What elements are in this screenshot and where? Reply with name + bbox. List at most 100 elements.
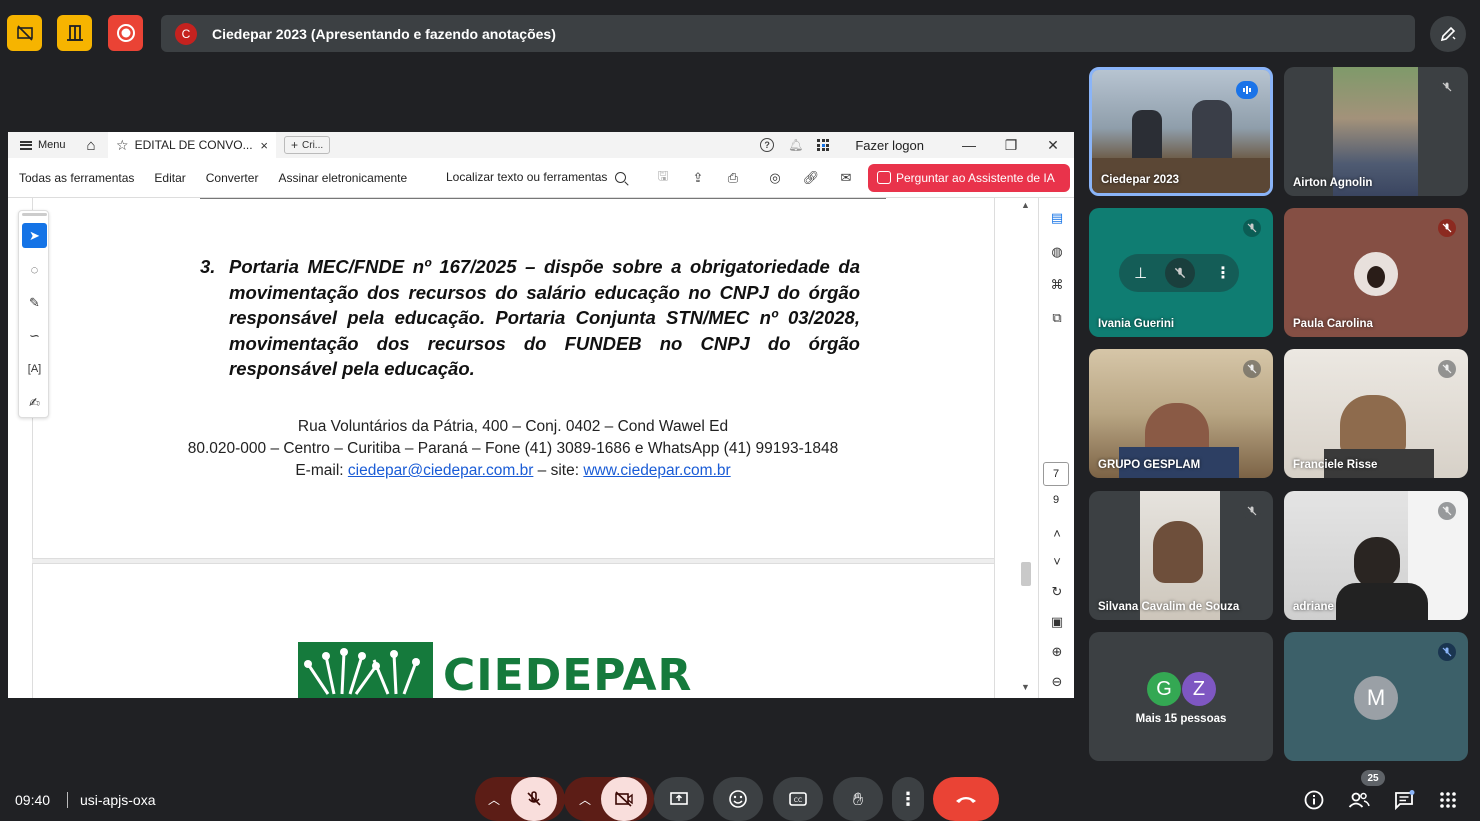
document-list-item: 3. Portaria MEC/FNDE nº 167/2025 – dispõ… bbox=[200, 254, 860, 382]
page-view-icon[interactable]: ▣ bbox=[1045, 611, 1069, 633]
help-icon[interactable]: ? bbox=[760, 138, 775, 152]
window-close-icon[interactable]: ✕ bbox=[1032, 137, 1074, 154]
email-link[interactable]: ciedepar@ciedepar.com.br bbox=[348, 462, 533, 479]
link-icon[interactable]: 🔗︎ bbox=[802, 169, 820, 187]
participant-tile[interactable]: Ciedepar 2023 bbox=[1089, 67, 1273, 196]
draw-icon[interactable]: ∽ bbox=[22, 323, 47, 348]
chat-icon[interactable] bbox=[1392, 788, 1416, 812]
edit-link[interactable]: Editar bbox=[154, 171, 185, 185]
chevron-up-icon[interactable]: ︿ bbox=[475, 791, 513, 808]
camera-toggle-button[interactable] bbox=[601, 777, 647, 821]
participant-tile[interactable]: ⊥ ⋮ Ivania Guerini bbox=[1089, 208, 1273, 337]
copy-pages-icon[interactable]: ⧉ bbox=[1045, 307, 1069, 329]
search-tools-label: Localizar texto ou ferramentas bbox=[446, 170, 608, 184]
participant-tile[interactable]: Paula Carolina bbox=[1284, 208, 1468, 337]
participant-name: Franciele Risse bbox=[1293, 459, 1378, 471]
text-select-icon[interactable]: [A] bbox=[22, 356, 47, 381]
more-options-button[interactable]: ⋮ bbox=[892, 777, 924, 821]
menu-button[interactable]: Menu bbox=[8, 139, 78, 151]
presentation-title: Ciedepar 2023 (Apresentando e fazendo an… bbox=[212, 25, 556, 42]
minimize-icon[interactable]: — bbox=[948, 137, 990, 153]
current-page-field[interactable]: 7 bbox=[1043, 462, 1069, 486]
ai-summary-icon[interactable]: ▤ bbox=[1045, 207, 1069, 229]
bell-icon[interactable]: 🔔︎ bbox=[788, 138, 803, 152]
scroll-up-icon[interactable]: ▲ bbox=[1021, 200, 1030, 210]
participant-tile[interactable]: adriane bbox=[1284, 491, 1468, 620]
zoom-in-icon[interactable]: ⊕ bbox=[1045, 641, 1069, 663]
zoom-out-icon[interactable]: ⊖ bbox=[1045, 671, 1069, 693]
participant-tile[interactable]: Silvana Cavalim de Souza bbox=[1089, 491, 1273, 620]
info-icon[interactable] bbox=[1302, 788, 1326, 812]
participant-tile[interactable]: M bbox=[1284, 632, 1468, 761]
people-icon[interactable] bbox=[1347, 788, 1371, 812]
svg-text:CC: CC bbox=[794, 797, 802, 804]
scroll-down-icon[interactable]: ▼ bbox=[1021, 682, 1030, 692]
activities-grid-icon[interactable] bbox=[1436, 788, 1460, 812]
comments-panel-icon[interactable]: ◍ bbox=[1045, 241, 1069, 263]
presentation-bar[interactable]: C Ciedepar 2023 (Apresentando e fazendo … bbox=[161, 15, 1415, 52]
restore-icon[interactable]: ❐ bbox=[990, 137, 1032, 154]
login-link[interactable]: Fazer logon bbox=[855, 138, 924, 153]
site-link[interactable]: www.ciedepar.com.br bbox=[583, 462, 730, 479]
shared-screen: Menu ⌂ ☆ EDITAL DE CONVO... × + Cri... ?… bbox=[8, 132, 1074, 698]
present-screen-button[interactable] bbox=[654, 777, 704, 821]
mic-off-icon bbox=[527, 791, 541, 806]
mute-participant-icon[interactable] bbox=[1165, 258, 1195, 288]
mic-toggle-button[interactable] bbox=[511, 777, 557, 821]
ciedepar-emblem-icon bbox=[298, 642, 433, 698]
present-icon bbox=[670, 792, 688, 805]
sign-icon[interactable]: ✍ bbox=[22, 390, 47, 415]
ai-search-icon[interactable]: ◎ bbox=[766, 169, 784, 187]
document-view[interactable]: ➤ ◌ ✎ ∽ [A] ✍ 3. Portaria MEC/FNDE nº 16… bbox=[8, 198, 1018, 698]
recording-button[interactable] bbox=[108, 15, 143, 51]
annotate-button[interactable] bbox=[1430, 16, 1466, 52]
save-icon[interactable]: 🖫 bbox=[654, 168, 672, 187]
cursor-icon[interactable]: ➤ bbox=[22, 223, 47, 248]
captions-off-button[interactable] bbox=[7, 15, 42, 51]
participant-tile[interactable]: Franciele Risse bbox=[1284, 349, 1468, 478]
apps-grid-icon[interactable] bbox=[817, 139, 830, 151]
comment-icon[interactable]: ◌ bbox=[22, 257, 47, 282]
participant-tile[interactable]: Airton Agnolin bbox=[1284, 67, 1468, 196]
person-silhouette bbox=[1153, 521, 1203, 583]
scroll-thumb[interactable] bbox=[1021, 562, 1031, 586]
mail-icon[interactable]: ✉ bbox=[837, 169, 855, 187]
new-tab-button[interactable]: + Cri... bbox=[284, 136, 331, 154]
close-icon[interactable]: × bbox=[260, 138, 268, 153]
rotate-icon[interactable]: ↻ bbox=[1045, 581, 1069, 603]
raise-hand-button[interactable]: ✋︎ bbox=[833, 777, 883, 821]
chevron-up-icon[interactable]: ︿ bbox=[564, 791, 606, 808]
bookmark-icon[interactable]: ⌘ bbox=[1045, 274, 1069, 296]
all-tools-link[interactable]: Todas as ferramentas bbox=[19, 171, 134, 185]
pin-icon[interactable]: ⊥ bbox=[1134, 264, 1147, 282]
person-silhouette bbox=[1132, 110, 1162, 160]
page-up-icon[interactable]: ˄ bbox=[1045, 522, 1069, 544]
search-tools[interactable]: Localizar texto ou ferramentas bbox=[446, 170, 627, 184]
new-tab-label: Cri... bbox=[302, 139, 324, 151]
door-icon bbox=[66, 25, 83, 41]
home-icon[interactable]: ⌂ bbox=[78, 137, 104, 154]
mic-off-icon bbox=[1243, 360, 1261, 378]
ai-assistant-button[interactable]: Perguntar ao Assistente de IA bbox=[868, 164, 1070, 192]
mic-off-icon bbox=[1438, 78, 1456, 96]
upload-icon[interactable]: ⇪ bbox=[689, 169, 707, 187]
more-vert-icon[interactable]: ⋮ bbox=[1215, 263, 1231, 283]
meeting-time: 09:40 bbox=[15, 792, 51, 808]
camera-off-icon bbox=[16, 25, 33, 41]
reactions-button[interactable] bbox=[713, 777, 763, 821]
person-silhouette bbox=[1192, 100, 1232, 160]
page-down-icon[interactable]: ˅ bbox=[1045, 550, 1069, 572]
companion-mode-button[interactable] bbox=[57, 15, 92, 51]
vertical-scrollbar[interactable]: ▲ ▼ bbox=[1020, 198, 1034, 698]
leave-call-button[interactable] bbox=[933, 777, 999, 821]
sign-link[interactable]: Assinar eletronicamente bbox=[278, 171, 407, 185]
participant-tile[interactable]: GRUPO GESPLAM bbox=[1089, 349, 1273, 478]
star-icon[interactable]: ☆ bbox=[116, 137, 129, 154]
mic-off-icon bbox=[1243, 502, 1261, 520]
convert-link[interactable]: Converter bbox=[206, 171, 259, 185]
tab-edital[interactable]: ☆ EDITAL DE CONVO... × bbox=[108, 132, 276, 158]
captions-button[interactable]: CC bbox=[773, 777, 823, 821]
print-icon[interactable]: ⎙ bbox=[724, 169, 742, 187]
highlight-pen-icon[interactable]: ✎ bbox=[22, 290, 47, 315]
more-participants-tile[interactable]: G Z Mais 15 pessoas bbox=[1089, 632, 1273, 761]
